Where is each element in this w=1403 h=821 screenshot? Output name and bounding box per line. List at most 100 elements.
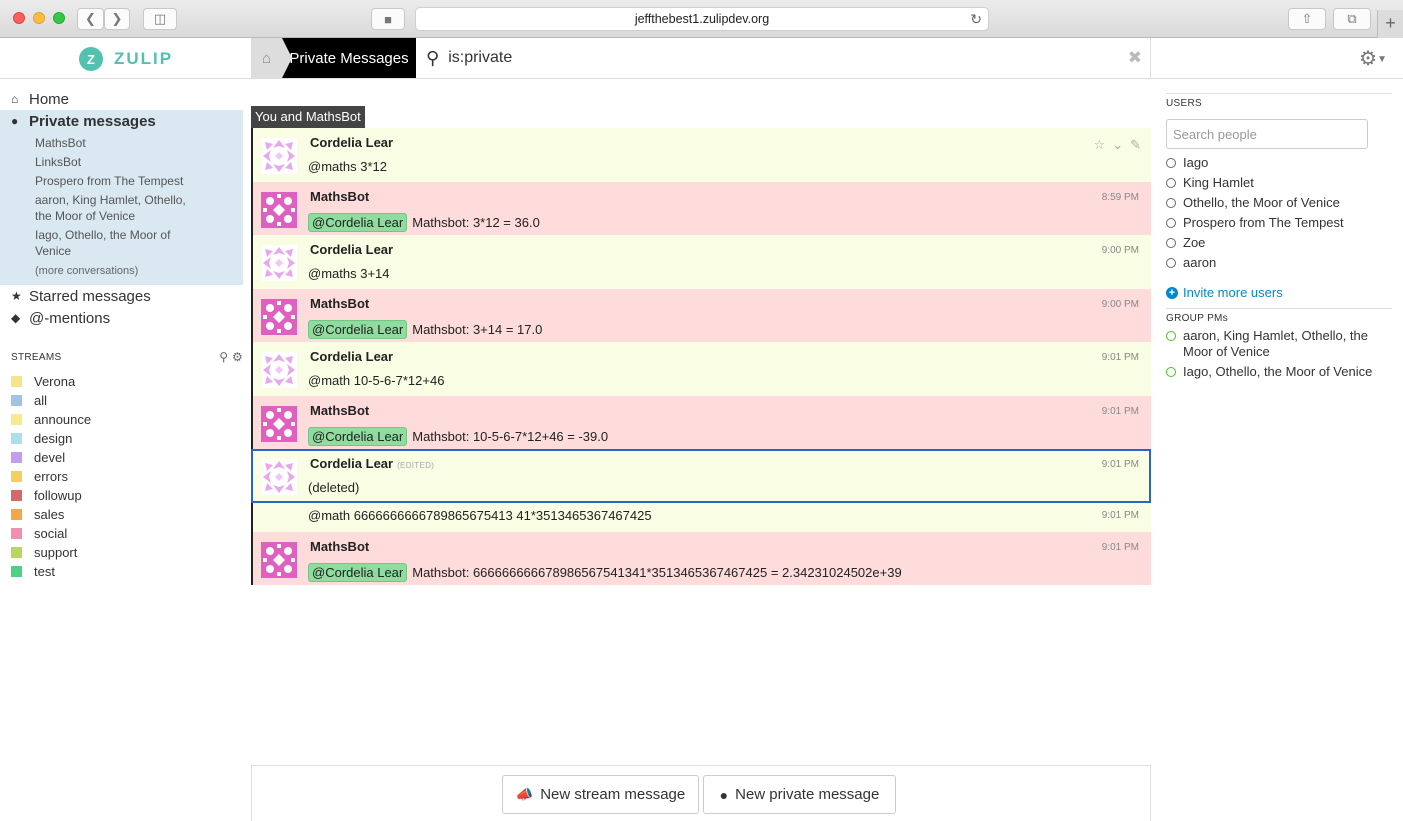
user-mention[interactable]: @Cordelia Lear	[308, 213, 408, 232]
search-streams-icon[interactable]: ⚲	[219, 350, 228, 364]
message-text: Mathsbot: 3+14 = 17.0	[412, 322, 543, 337]
message-row[interactable]: MathsBot 9:01 PM @Cordelia Lear Mathsbot: 6…	[251, 532, 1151, 585]
stream-item[interactable]: devel	[11, 448, 91, 467]
message-row[interactable]: 9:01 PM @math 6666666666789865675413 41*3…	[251, 503, 1151, 532]
avatar[interactable]	[261, 138, 297, 174]
user-mention[interactable]: @Cordelia Lear	[308, 320, 408, 339]
user-item[interactable]: Othello, the Moor of Venice	[1166, 195, 1392, 211]
back-button[interactable]: ❮	[77, 8, 104, 30]
stream-item[interactable]: sales	[11, 505, 91, 524]
sidebar-toggle-button[interactable]: ◫	[143, 8, 177, 30]
minimize-window-button[interactable]	[33, 12, 45, 24]
new-stream-message-button[interactable]: 📣 New stream message	[502, 775, 699, 814]
pm-conversation-group-aaron[interactable]: aaron, King Hamlet, Othello, the Moor of…	[35, 192, 195, 224]
new-tab-button[interactable]: +	[1377, 10, 1403, 38]
message-time[interactable]: 9:00 PM	[1102, 245, 1139, 256]
address-bar[interactable]: jeffthebest1.zulipdev.org ↻	[415, 7, 989, 31]
avatar[interactable]	[261, 406, 297, 442]
user-item[interactable]: Iago	[1166, 155, 1392, 171]
message-time[interactable]: 9:01 PM	[1102, 510, 1139, 521]
sender-name[interactable]: Cordelia Lear	[310, 242, 393, 257]
message-row[interactable]: MathsBot 9:01 PM @Cordelia Lear Mathsbot: 1…	[251, 396, 1151, 449]
zoom-window-button[interactable]	[53, 12, 65, 24]
sender-name[interactable]: Cordelia Lear	[310, 349, 393, 364]
stream-item[interactable]: support	[11, 543, 91, 562]
stream-item[interactable]: test	[11, 562, 91, 581]
home-crumb[interactable]: ⌂	[251, 38, 282, 78]
search-people-input[interactable]: Search people	[1166, 119, 1368, 149]
star-icon[interactable]: ☆	[1094, 137, 1106, 152]
nav-private-messages[interactable]: ● Private messages	[0, 110, 243, 132]
extension-button[interactable]: ■	[371, 8, 405, 30]
stream-item[interactable]: design	[11, 429, 91, 448]
recipient-bar[interactable]: You and MathsBot	[251, 106, 365, 128]
invite-users-link[interactable]: + Invite more users	[1166, 285, 1392, 300]
nav-home[interactable]: ⌂ Home	[0, 88, 69, 110]
message-row[interactable]: Cordelia Lear (EDITED) 9:01 PM (deleted)	[251, 449, 1151, 503]
settings-menu[interactable]: ⚙▼	[1359, 46, 1387, 71]
zulip-logo[interactable]: Z ZULIP	[79, 47, 173, 71]
message-text: Mathsbot: 666666666678986567541341*35134…	[412, 565, 902, 580]
nav-mentions[interactable]: ◆ @-mentions	[0, 307, 110, 329]
stream-item[interactable]: all	[11, 391, 91, 410]
message-row[interactable]: Cordelia Lear ☆ ⌄ ✎ @maths 3*12	[251, 128, 1151, 182]
sender-name[interactable]: Cordelia Lear	[310, 135, 393, 150]
close-window-button[interactable]	[13, 12, 25, 24]
avatar[interactable]	[261, 542, 297, 578]
nav-private-messages-label: Private messages	[29, 112, 156, 130]
share-button[interactable]: ⇧	[1288, 8, 1326, 30]
group-pm-item[interactable]: aaron, King Hamlet, Othello, the Moor of…	[1166, 328, 1392, 360]
caret-down-icon: ▼	[1377, 54, 1387, 66]
pencil-icon[interactable]: ✎	[1130, 137, 1141, 152]
message-time[interactable]: 9:01 PM	[1102, 542, 1139, 553]
user-mention[interactable]: @Cordelia Lear	[308, 427, 408, 446]
narrow-crumb[interactable]: Private Messages	[282, 38, 416, 78]
new-private-message-button[interactable]: ● New private message	[703, 775, 896, 814]
reload-icon[interactable]: ↻	[970, 11, 982, 28]
user-item[interactable]: aaron	[1166, 255, 1392, 271]
message-time[interactable]: 9:01 PM	[1102, 406, 1139, 417]
sender-name[interactable]: MathsBot	[310, 539, 369, 554]
message-time[interactable]: 8:59 PM	[1102, 192, 1139, 203]
sender-name[interactable]: MathsBot	[310, 403, 369, 418]
clear-search-icon[interactable]: ✖	[1128, 48, 1142, 68]
avatar[interactable]	[261, 459, 297, 495]
tabs-button[interactable]: ⧉	[1333, 8, 1371, 30]
search-query[interactable]: is:private	[448, 49, 512, 67]
user-item[interactable]: King Hamlet	[1166, 175, 1392, 191]
sender-name[interactable]: Cordelia Lear (EDITED)	[310, 456, 434, 471]
stream-item[interactable]: Verona	[11, 372, 91, 391]
stream-item[interactable]: errors	[11, 467, 91, 486]
forward-button[interactable]: ❯	[104, 8, 130, 30]
user-item[interactable]: Prospero from The Tempest	[1166, 215, 1392, 231]
user-item[interactable]: Zoe	[1166, 235, 1392, 251]
sender-name[interactable]: MathsBot	[310, 296, 369, 311]
avatar[interactable]	[261, 192, 297, 228]
stream-item[interactable]: announce	[11, 410, 91, 429]
message-row[interactable]: MathsBot 9:00 PM @Cordelia Lear Mathsbot: 3…	[251, 289, 1151, 342]
search-bar[interactable]: ⚲ is:private ✖	[416, 38, 1151, 78]
avatar[interactable]	[261, 352, 297, 388]
avatar[interactable]	[261, 299, 297, 335]
message-time[interactable]: 9:01 PM	[1102, 459, 1139, 470]
message-row[interactable]: Cordelia Lear 9:00 PM @maths 3+14	[251, 235, 1151, 289]
message-time[interactable]: 9:01 PM	[1102, 352, 1139, 363]
pm-conversation-prospero[interactable]: Prospero from The Tempest	[35, 173, 243, 189]
more-conversations-link[interactable]: (more conversations)	[0, 265, 243, 277]
user-name: Othello, the Moor of Venice	[1183, 195, 1340, 210]
pm-conversation-group-iago[interactable]: Iago, Othello, the Moor of Venice	[35, 227, 180, 259]
message-time[interactable]: 9:00 PM	[1102, 299, 1139, 310]
chevron-down-icon[interactable]: ⌄	[1112, 137, 1123, 152]
pm-conversation-mathsbot[interactable]: MathsBot	[35, 135, 243, 151]
gear-icon[interactable]: ⚙	[232, 350, 243, 364]
pm-conversation-linksbot[interactable]: LinksBot	[35, 154, 243, 170]
stream-item[interactable]: followup	[11, 486, 91, 505]
stream-item[interactable]: social	[11, 524, 91, 543]
nav-starred[interactable]: ★ Starred messages	[0, 285, 151, 307]
message-row[interactable]: MathsBot 8:59 PM @Cordelia Lear Mathsbot: 3…	[251, 182, 1151, 235]
user-mention[interactable]: @Cordelia Lear	[308, 563, 408, 582]
group-pm-item[interactable]: Iago, Othello, the Moor of Venice	[1166, 364, 1392, 380]
avatar[interactable]	[261, 245, 297, 281]
sender-name[interactable]: MathsBot	[310, 189, 369, 204]
message-row[interactable]: Cordelia Lear 9:01 PM @math 10-5-6-7*12+46	[251, 342, 1151, 396]
